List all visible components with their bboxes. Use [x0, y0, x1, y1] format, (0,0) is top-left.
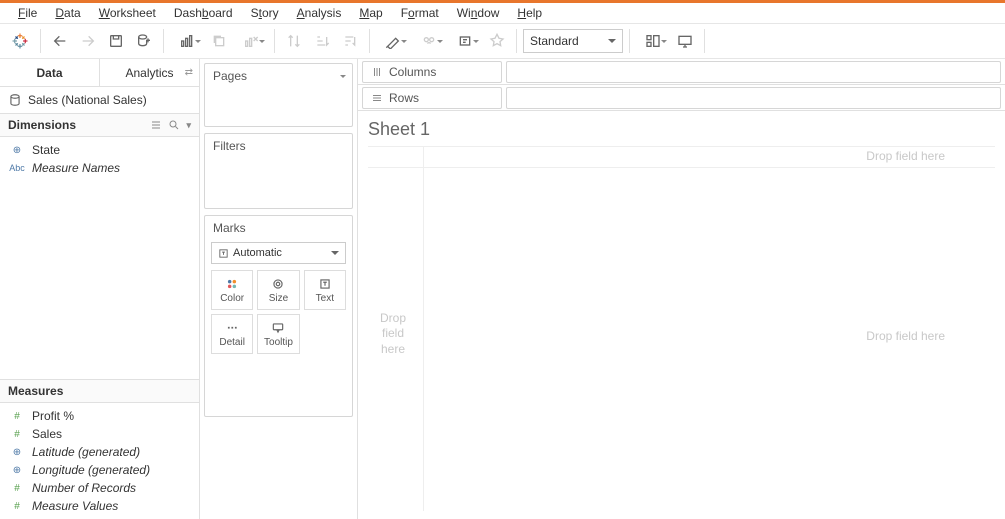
dimensions-list: ⊕State AbcMeasure Names — [0, 137, 199, 181]
pages-shelf[interactable]: Pages — [204, 63, 353, 127]
shelves-panel: Pages Filters Marks Automatic Color Size — [200, 59, 358, 519]
field-profit[interactable]: #Profit % — [0, 407, 199, 425]
menu-story[interactable]: Story — [243, 4, 287, 22]
view-list-icon[interactable] — [150, 119, 162, 131]
menu-format[interactable]: Format — [393, 4, 447, 22]
field-longitude[interactable]: ⊕Longitude (generated) — [0, 461, 199, 479]
marks-color-button[interactable]: Color — [211, 270, 253, 310]
presentation-icon[interactable] — [672, 28, 698, 54]
globe-icon: ⊕ — [8, 447, 26, 458]
field-measure-values[interactable]: #Measure Values — [0, 497, 199, 515]
size-icon — [271, 277, 285, 291]
fit-dropdown[interactable]: Standard — [523, 29, 623, 53]
marks-text-button[interactable]: Text — [304, 270, 346, 310]
color-icon — [225, 277, 239, 291]
columns-shelf-label[interactable]: Columns — [362, 61, 502, 83]
marks-type-dropdown[interactable]: Automatic — [211, 242, 346, 264]
sort-asc-icon[interactable] — [309, 28, 335, 54]
columns-drop[interactable] — [506, 61, 1001, 83]
rows-shelf-label[interactable]: Rows — [362, 87, 502, 109]
menubar: File Data Worksheet Dashboard Story Anal… — [0, 3, 1005, 23]
show-cards-icon[interactable] — [636, 28, 670, 54]
tableau-logo-icon[interactable] — [6, 32, 34, 50]
menu-file[interactable]: File — [10, 4, 45, 22]
viz-area: Columns Rows Sheet 1 Drop field here Dro… — [358, 59, 1005, 519]
search-icon[interactable] — [168, 119, 180, 131]
filters-shelf[interactable]: Filters — [204, 133, 353, 209]
text-icon — [318, 277, 332, 291]
pages-label: Pages — [205, 64, 352, 88]
menu-window[interactable]: Window — [449, 4, 508, 22]
drop-rows-hint: Drop field here — [368, 311, 418, 358]
redo-icon[interactable] — [75, 28, 101, 54]
drop-field-hint: Drop field here — [866, 329, 945, 343]
tooltip-icon — [271, 321, 285, 335]
text-type-icon — [218, 248, 229, 259]
swap-tab-icon: ⇄ — [185, 67, 193, 78]
sheet-canvas[interactable]: Drop field here Drop field here Drop fie… — [368, 146, 995, 511]
new-worksheet-icon[interactable] — [170, 28, 204, 54]
sheet-title[interactable]: Sheet 1 — [368, 119, 995, 140]
menu-data[interactable]: Data — [47, 4, 88, 22]
marks-size-button[interactable]: Size — [257, 270, 299, 310]
swap-icon[interactable] — [281, 28, 307, 54]
labels-icon[interactable] — [448, 28, 482, 54]
datasource-icon — [8, 93, 22, 107]
menu-map[interactable]: Map — [351, 4, 390, 22]
marks-card: Marks Automatic Color Size Text — [204, 215, 353, 417]
highlight-icon[interactable] — [376, 28, 410, 54]
hash-icon: # — [8, 483, 26, 494]
menu-dropdown-icon[interactable]: ▾ — [186, 120, 191, 131]
menu-analysis[interactable]: Analysis — [289, 4, 350, 22]
marks-tooltip-button[interactable]: Tooltip — [257, 314, 299, 354]
menu-worksheet[interactable]: Worksheet — [91, 4, 164, 22]
rows-drop[interactable] — [506, 87, 1001, 109]
measures-list: #Profit % #Sales ⊕Latitude (generated) ⊕… — [0, 403, 199, 519]
new-datasource-icon[interactable] — [131, 28, 157, 54]
globe-icon: ⊕ — [8, 465, 26, 476]
marks-detail-button[interactable]: Detail — [211, 314, 253, 354]
pin-icon[interactable] — [484, 28, 510, 54]
save-icon[interactable] — [103, 28, 129, 54]
datasource-label: Sales (National Sales) — [28, 93, 147, 107]
marks-label: Marks — [205, 216, 352, 240]
undo-icon[interactable] — [47, 28, 73, 54]
data-panel: Data Analytics⇄ Sales (National Sales) D… — [0, 59, 200, 519]
rows-icon — [371, 92, 383, 104]
duplicate-icon[interactable] — [206, 28, 232, 54]
toolbar: Standard — [0, 23, 1005, 59]
field-state[interactable]: ⊕State — [0, 141, 199, 159]
datasource-item[interactable]: Sales (National Sales) — [0, 87, 199, 113]
field-latitude[interactable]: ⊕Latitude (generated) — [0, 443, 199, 461]
field-sales[interactable]: #Sales — [0, 425, 199, 443]
columns-icon — [371, 66, 383, 78]
grid-hline — [368, 167, 995, 168]
hash-icon: # — [8, 501, 26, 512]
filters-label: Filters — [205, 134, 352, 158]
measures-header: Measures — [0, 379, 199, 403]
tab-analytics[interactable]: Analytics⇄ — [100, 59, 199, 86]
abc-icon: Abc — [8, 163, 26, 173]
tab-data[interactable]: Data — [0, 59, 100, 86]
sort-desc-icon[interactable] — [337, 28, 363, 54]
hash-icon: # — [8, 411, 26, 422]
group-icon[interactable] — [412, 28, 446, 54]
drop-columns-hint: Drop field here — [866, 149, 945, 163]
dimensions-header: Dimensions ▾ — [0, 113, 199, 137]
field-records[interactable]: #Number of Records — [0, 479, 199, 497]
hash-icon: # — [8, 429, 26, 440]
grid-vline — [423, 147, 424, 511]
field-measure-names[interactable]: AbcMeasure Names — [0, 159, 199, 177]
rows-shelf-row: Rows — [358, 85, 1005, 111]
fit-label: Standard — [530, 34, 579, 48]
detail-icon — [225, 321, 239, 335]
columns-shelf-row: Columns — [358, 59, 1005, 85]
menu-dashboard[interactable]: Dashboard — [166, 4, 241, 22]
menu-help[interactable]: Help — [509, 4, 550, 22]
globe-icon: ⊕ — [8, 145, 26, 156]
marks-drop-area[interactable] — [211, 360, 346, 410]
clear-icon[interactable] — [234, 28, 268, 54]
